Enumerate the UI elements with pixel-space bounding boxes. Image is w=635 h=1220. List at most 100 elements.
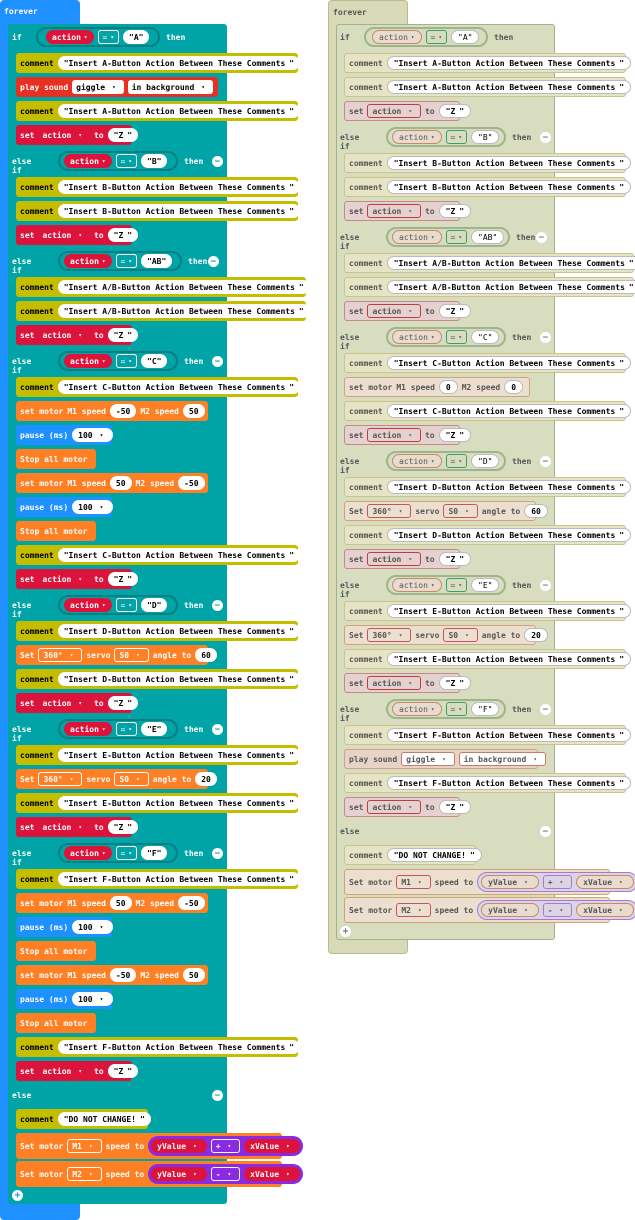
- pause-block[interactable]: pause (ms) 100 ▾: [16, 497, 114, 517]
- math-op-block[interactable]: yValue ▾ + ▾ xValue ▾: [148, 1136, 303, 1156]
- condition-ab[interactable]: action ▾ = ▾ " AB ": [386, 227, 510, 247]
- set-variable-block[interactable]: set action ▾ to " Z ": [344, 201, 472, 221]
- string-value[interactable]: " D ": [140, 598, 168, 612]
- set-motor-speed-block[interactable]: Set motor M1 ▾ speed to yValue ▾ + ▾ xValue ▾: [16, 1133, 303, 1159]
- set-motor-block[interactable]: set motor M1 speed 0 M2 speed 0: [344, 377, 530, 397]
- condition-d[interactable]: action ▾ = ▾ " D ": [386, 451, 506, 471]
- eq-op[interactable]: = ▾: [445, 130, 467, 144]
- set-servo-block[interactable]: Set 360° ▾ servo S0 ▾ angle to 60: [16, 645, 217, 665]
- minus-circle-icon[interactable]: −: [212, 600, 223, 611]
- condition-b[interactable]: action ▾ = ▾ " B ": [386, 127, 506, 147]
- condition-a[interactable]: action ▾ = ▾ " A ": [36, 27, 160, 47]
- play-sound-block[interactable]: play sound giggle ▾ in background ▾: [344, 749, 546, 769]
- eq-op[interactable]: = ▾: [115, 722, 137, 736]
- comment-block[interactable]: comment " Insert B-Button Action Between T…: [16, 201, 301, 221]
- pause-block[interactable]: pause (ms) 100 ▾: [16, 989, 114, 1009]
- eq-op[interactable]: = ▾: [445, 578, 467, 592]
- string-value[interactable]: " C ": [470, 330, 500, 344]
- set-motor-block[interactable]: set motor M1 speed 50 M2 speed -50: [16, 473, 208, 493]
- string-value[interactable]: " F ": [140, 846, 168, 860]
- action-var[interactable]: action ▾: [64, 846, 112, 860]
- action-var[interactable]: action ▾: [392, 230, 442, 244]
- eq-op[interactable]: = ▾: [115, 354, 137, 368]
- string-value[interactable]: " AB ": [140, 254, 173, 268]
- minus-circle-icon[interactable]: −: [540, 132, 551, 143]
- set-variable-block[interactable]: set action ▾ to " Z ": [16, 817, 139, 837]
- play-sound-block[interactable]: play sound giggle ▾ in background ▾: [16, 77, 218, 97]
- set-servo-block[interactable]: Set 360° ▾ servo S0 ▾ angle to 20: [16, 769, 217, 789]
- comment-block[interactable]: comment " Insert A/B-Button Action Between…: [344, 253, 635, 273]
- string-value[interactable]: " F ": [470, 702, 500, 716]
- comment-block[interactable]: comment " Insert D-Button Action Between T…: [344, 525, 632, 545]
- minus-circle-icon[interactable]: −: [212, 356, 223, 367]
- comment-block[interactable]: comment " Insert F-Button Action Between T…: [344, 773, 632, 793]
- comment-block[interactable]: comment " Insert E-Button Action Between T…: [16, 793, 301, 813]
- condition-e[interactable]: action ▾ = ▾ " E ": [58, 719, 178, 739]
- math-op-block[interactable]: yValue ▾ - ▾ xValue ▾: [477, 900, 635, 920]
- set-variable-block[interactable]: set action ▾ to " Z ": [16, 125, 139, 145]
- comment-block[interactable]: comment " DO NOT CHANGE! ": [344, 845, 482, 865]
- string-value[interactable]: " C ": [140, 354, 168, 368]
- minus-circle-icon[interactable]: −: [212, 156, 223, 167]
- minus-circle-icon[interactable]: −: [540, 704, 551, 715]
- condition-ab[interactable]: action ▾ = ▾ " AB ": [58, 251, 182, 271]
- pause-block[interactable]: pause (ms) 100 ▾: [16, 425, 114, 445]
- set-variable-block[interactable]: set action ▾ to " Z ": [16, 225, 139, 245]
- action-var[interactable]: action ▾: [64, 598, 112, 612]
- comment-block[interactable]: comment " Insert F-Button Action Between T…: [16, 869, 301, 889]
- action-var[interactable]: action ▾: [392, 702, 442, 716]
- action-var[interactable]: action ▾: [64, 354, 112, 368]
- set-variable-block[interactable]: set action ▾ to " Z ": [16, 1061, 139, 1081]
- string-value[interactable]: " B ": [470, 130, 500, 144]
- stop-motor-block[interactable]: Stop all motor: [16, 1013, 96, 1033]
- stop-motor-block[interactable]: Stop all motor: [16, 941, 96, 961]
- comment-block[interactable]: comment " Insert A/B-Button Action Between…: [16, 277, 310, 297]
- action-var[interactable]: action ▾: [392, 330, 442, 344]
- comment-block[interactable]: comment " Insert C-Button Action Between T…: [344, 353, 632, 373]
- set-motor-speed-block[interactable]: Set motor M2 ▾ speed to yValue ▾ - ▾ xValue ▾: [344, 897, 635, 923]
- comment-block[interactable]: comment " DO NOT CHANGE! ": [16, 1109, 151, 1129]
- comment-block[interactable]: comment " Insert C-Button Action Between T…: [344, 401, 632, 421]
- comment-block[interactable]: comment " Insert C-Button Action Between T…: [16, 377, 301, 397]
- comment-block[interactable]: comment " Insert B-Button Action Between T…: [344, 153, 632, 173]
- condition-f[interactable]: action ▾ = ▾ " F ": [58, 843, 178, 863]
- set-variable-block[interactable]: set action ▾ to " Z ": [344, 425, 472, 445]
- set-variable-block[interactable]: set action ▾ to " Z ": [344, 301, 472, 321]
- set-motor-block[interactable]: set motor M1 speed -50 M2 speed 50: [16, 965, 208, 985]
- condition-c[interactable]: action ▾ = ▾ " C ": [386, 327, 506, 347]
- set-variable-block[interactable]: set action ▾ to " Z ": [16, 693, 139, 713]
- eq-op[interactable]: = ▾: [425, 30, 447, 44]
- string-value[interactable]: " D ": [470, 454, 500, 468]
- string-value[interactable]: " AB ": [470, 230, 505, 244]
- set-variable-block[interactable]: set action ▾ to " Z ": [344, 549, 472, 569]
- action-var[interactable]: action ▾: [392, 454, 442, 468]
- comment-block[interactable]: comment " Insert C-Button Action Between T…: [16, 545, 301, 565]
- set-motor-speed-block[interactable]: Set motor M2 ▾ speed to yValue ▾ - ▾ xValue ▾: [16, 1161, 303, 1187]
- comment-block[interactable]: comment " Insert A-Button Action Between T…: [344, 77, 632, 97]
- set-motor-block[interactable]: set motor M1 speed -50 M2 speed 50: [16, 401, 208, 421]
- eq-op[interactable]: = ▾: [115, 154, 137, 168]
- comment-block[interactable]: comment " Insert A-Button Action Between T…: [16, 101, 301, 121]
- comment-block[interactable]: comment " Insert B-Button Action Between T…: [16, 177, 301, 197]
- pause-block[interactable]: pause (ms) 100 ▾: [16, 917, 114, 937]
- eq-op[interactable]: = ▾: [445, 702, 467, 716]
- condition-b[interactable]: action ▾ = ▾ " B ": [58, 151, 178, 171]
- comment-block[interactable]: comment " Insert F-Button Action Between T…: [344, 725, 632, 745]
- string-value[interactable]: " A ": [122, 30, 150, 44]
- set-variable-block[interactable]: set action ▾ to " Z ": [16, 325, 139, 345]
- plus-circle-icon[interactable]: +: [340, 926, 351, 937]
- condition-e[interactable]: action ▾ = ▾ " E ": [386, 575, 506, 595]
- stop-motor-block[interactable]: Stop all motor: [16, 521, 96, 541]
- comment-block[interactable]: comment " Insert D-Button Action Between T…: [344, 477, 632, 497]
- minus-circle-icon[interactable]: −: [540, 456, 551, 467]
- set-motor-block[interactable]: set motor M1 speed 50 M2 speed -50: [16, 893, 208, 913]
- set-variable-block[interactable]: set action ▾ to " Z ": [344, 673, 472, 693]
- eq-op[interactable]: = ▾: [445, 230, 467, 244]
- comment-block[interactable]: comment " Insert A/B-Button Action Between…: [344, 277, 635, 297]
- minus-circle-icon[interactable]: −: [540, 332, 551, 343]
- eq-op[interactable]: = ▾: [445, 330, 467, 344]
- comment-block[interactable]: comment " Insert D-Button Action Between T…: [16, 621, 301, 641]
- string-value[interactable]: " E ": [470, 578, 500, 592]
- comment-block[interactable]: comment " Insert A/B-Button Action Between…: [16, 301, 310, 321]
- eq-op[interactable]: = ▾: [115, 846, 137, 860]
